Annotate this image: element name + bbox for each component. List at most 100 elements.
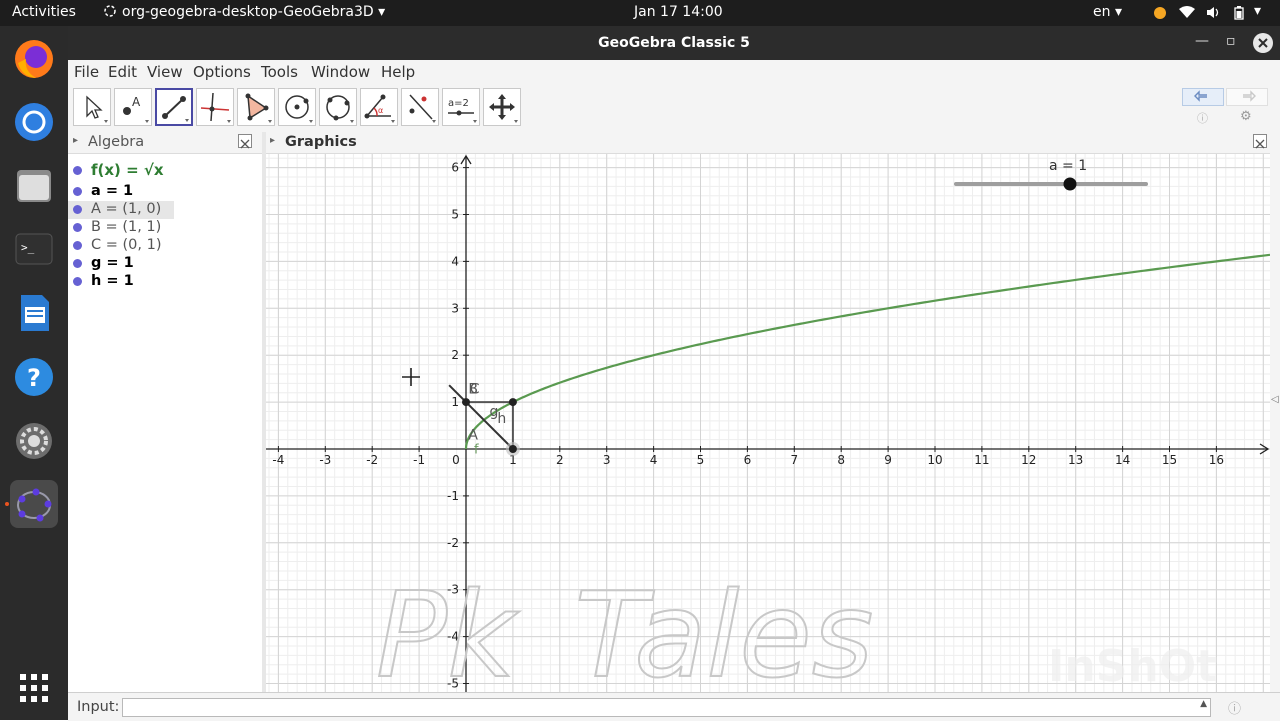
input-dropdown-icon[interactable]: ▲ <box>1200 699 1207 709</box>
window-title-bar[interactable]: GeoGebra Classic 5 — ▫ <box>68 26 1280 60</box>
close-button[interactable] <box>1253 33 1273 53</box>
y-tick-label: 3 <box>451 301 459 315</box>
angle-tool-button[interactable]: α <box>360 88 398 126</box>
menu-edit[interactable]: Edit <box>108 63 137 81</box>
minimize-button[interactable]: — <box>1195 33 1209 49</box>
libreoffice-writer-icon[interactable] <box>10 289 58 337</box>
right-strip: ◁ <box>1270 132 1280 692</box>
side-panel-arrow-icon[interactable]: ◁ <box>1271 394 1279 405</box>
notification-dot-icon[interactable] <box>1154 7 1166 19</box>
visibility-dot-icon[interactable] <box>73 241 82 250</box>
graphics-view[interactable]: -4 -3 -2 -1 0 1 2 3 4 5 6 7 8 9 10 11 12 13 14 15 16 654321-… <box>266 154 1270 692</box>
volume-icon[interactable] <box>1206 6 1219 19</box>
menu-tools[interactable]: Tools <box>261 63 298 81</box>
algebra-row-f[interactable]: f(x) = √x <box>68 160 262 182</box>
system-menu-chevron-icon[interactable]: ▾ <box>1254 3 1261 19</box>
menu-window[interactable]: Window <box>311 63 370 81</box>
help-icon[interactable]: ? <box>10 353 58 401</box>
chromium-icon[interactable] <box>10 98 58 146</box>
algebra-row-a[interactable]: a = 1 <box>68 183 262 201</box>
algebra-row-A[interactable]: A = (1, 0) <box>68 201 262 219</box>
menu-help[interactable]: Help <box>381 63 415 81</box>
language-indicator[interactable]: en ▾ <box>1093 4 1122 20</box>
loading-spinner-icon <box>103 4 117 22</box>
point-C[interactable] <box>462 398 470 407</box>
graphics-canvas[interactable]: -4 -3 -2 -1 0 1 2 3 4 5 6 7 8 9 10 11 12 13 14 15 16 654321-… <box>266 154 1270 692</box>
algebra-row-text: h = 1 <box>91 273 134 289</box>
gear-icon[interactable]: ⚙ <box>1240 109 1252 124</box>
visibility-dot-icon[interactable] <box>73 166 82 175</box>
settings-icon[interactable] <box>10 417 58 465</box>
reflect-tool-button[interactable] <box>401 88 439 126</box>
visibility-dot-icon[interactable] <box>73 187 82 196</box>
algebra-row-C[interactable]: C = (0, 1) <box>68 237 262 255</box>
battery-icon[interactable] <box>1234 6 1247 20</box>
clock[interactable]: Jan 17 14:00 <box>634 4 723 20</box>
slider-knob[interactable] <box>1063 177 1077 191</box>
app-menu-label: org-geogebra-desktop-GeoGebra3D <box>122 4 374 20</box>
app-menu-button[interactable]: org-geogebra-desktop-GeoGebra3D ▾ <box>122 4 385 20</box>
algebra-header: ▸ Algebra <box>68 132 262 154</box>
x-tick-label: 6 <box>744 453 752 467</box>
close-graphics-button[interactable] <box>1253 134 1267 149</box>
point-tool-button[interactable]: A <box>114 88 152 126</box>
close-icon <box>1258 38 1268 48</box>
files-icon[interactable] <box>10 161 58 209</box>
menu-file[interactable]: File <box>74 63 99 81</box>
x-tick-label: 14 <box>1115 453 1130 467</box>
collapse-arrow-icon[interactable]: ▸ <box>73 135 78 146</box>
menu-options[interactable]: Options <box>193 63 251 81</box>
perpendicular-line-icon <box>200 92 231 123</box>
algebra-row-text: B = (1, 1) <box>91 219 162 235</box>
move-graphics-tool-button[interactable] <box>483 88 521 126</box>
algebra-row-g[interactable]: g = 1 <box>68 255 262 273</box>
terminal-icon[interactable]: >_ <box>10 225 58 273</box>
segment-tool-button[interactable] <box>155 88 193 126</box>
help-icon[interactable]: ⓘ <box>1197 110 1208 126</box>
visibility-dot-icon[interactable] <box>73 205 82 214</box>
language-label: en <box>1093 4 1111 20</box>
point-icon: A <box>123 95 149 123</box>
visibility-dot-icon[interactable] <box>73 277 82 286</box>
window-title: GeoGebra Classic 5 <box>598 35 750 51</box>
menu-view[interactable]: View <box>147 63 183 81</box>
visibility-dot-icon[interactable] <box>73 259 82 268</box>
circle-three-points-icon <box>326 95 354 123</box>
x-tick-label: 7 <box>790 453 798 467</box>
watermark-inshot: InShOt <box>1048 641 1217 692</box>
move-tool-button[interactable] <box>73 88 111 126</box>
x-tick-label: 9 <box>884 453 892 467</box>
y-tick-label: -2 <box>447 536 459 550</box>
x-tick-label: 8 <box>837 453 845 467</box>
polygon-icon <box>245 93 272 123</box>
maximize-button[interactable]: ▫ <box>1226 33 1236 49</box>
point-A[interactable] <box>508 445 517 453</box>
polygon-tool-button[interactable] <box>237 88 275 126</box>
visibility-dot-icon[interactable] <box>73 223 82 232</box>
circle-three-points-tool-button[interactable] <box>319 88 357 126</box>
x-tick-label: 4 <box>650 453 658 467</box>
slider-tool-button[interactable]: a=2 <box>442 88 480 126</box>
geogebra-icon[interactable] <box>10 480 58 528</box>
input-field[interactable]: ▲ <box>122 698 1211 717</box>
cursor-arrow-icon <box>86 95 108 123</box>
close-algebra-button[interactable] <box>238 134 252 149</box>
firefox-icon[interactable] <box>10 35 58 83</box>
algebra-row-h[interactable]: h = 1 <box>68 273 262 291</box>
toolbar: A α a=2 ⓘ ⚙ <box>68 84 1280 133</box>
algebra-row-B[interactable]: B = (1, 1) <box>68 219 262 237</box>
function-curve-f[interactable] <box>464 253 1270 450</box>
collapse-arrow-icon[interactable]: ▸ <box>270 135 275 146</box>
input-help-icon[interactable]: ⓘ <box>1228 698 1241 717</box>
algebra-row-text: g = 1 <box>91 255 134 271</box>
wifi-icon[interactable] <box>1179 6 1195 19</box>
undo-button[interactable] <box>1182 88 1224 106</box>
running-indicator-icon <box>5 502 9 506</box>
activities-button[interactable]: Activities <box>12 4 76 20</box>
circle-center-tool-button[interactable] <box>278 88 316 126</box>
show-applications-icon[interactable] <box>10 664 58 712</box>
redo-button[interactable] <box>1226 88 1268 106</box>
perpendicular-line-tool-button[interactable] <box>196 88 234 126</box>
x-tick-label: 11 <box>974 453 989 467</box>
point-B[interactable] <box>508 398 517 407</box>
